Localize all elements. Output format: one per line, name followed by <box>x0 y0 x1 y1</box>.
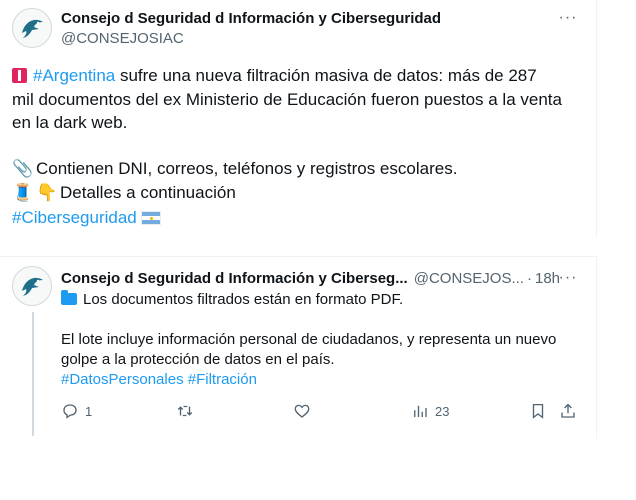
reply-line-3: golpe a la protección de datos en el paí… <box>61 351 335 368</box>
reply-icon <box>63 404 77 419</box>
reply-hashtags[interactable]: #DatosPersonales #Filtración <box>61 370 581 390</box>
tweet-line-2: mil documentos del ex Ministerio de Educ… <box>12 89 562 109</box>
more-options-icon[interactable]: ··· <box>558 8 578 28</box>
separator-dot: · <box>526 270 532 287</box>
views-button[interactable]: 23 <box>411 402 449 420</box>
bookmark-icon <box>532 403 544 419</box>
argentina-flag-icon <box>140 210 161 225</box>
tweet-line-1: #Argentina sufre una nueva filtración ma… <box>12 64 582 88</box>
heart-icon <box>294 404 310 418</box>
reply-button[interactable]: 1 <box>61 402 92 420</box>
folder-emoji-icon <box>61 290 77 305</box>
eagle-logo-icon <box>22 19 43 38</box>
paperclip-emoji-icon: 📎 <box>12 158 34 179</box>
share-button[interactable] <box>559 402 577 420</box>
thread-line <box>32 312 34 436</box>
author-handle[interactable]: @CONSEJOS... <box>414 270 524 287</box>
bookmark-button[interactable] <box>529 402 547 420</box>
thread-emoji-icon: 🧵 <box>12 183 34 203</box>
like-button[interactable] <box>293 402 311 420</box>
author-handle[interactable]: @CONSEJOSIAC <box>61 30 184 47</box>
siren-emoji-icon <box>12 68 27 83</box>
retweet-button[interactable] <box>176 402 194 420</box>
hashtag-ciberseguridad[interactable]: #Ciberseguridad <box>12 208 137 227</box>
reply-line-2: El lote incluye información personal de … <box>61 331 557 348</box>
reply-header: Consejo d Seguridad d Información y Cibe… <box>61 270 560 287</box>
tweet-line-4: 📎 Contienen DNI, correos, teléfonos y reg… <box>12 157 582 182</box>
tweet-line-3: en la dark web. <box>12 113 128 132</box>
avatar[interactable] <box>12 266 52 306</box>
author-name[interactable]: Consejo d Seguridad d Información y Cibe… <box>61 10 441 27</box>
avatar[interactable] <box>12 8 52 48</box>
reply-count: 1 <box>85 403 93 419</box>
share-icon <box>561 403 575 418</box>
more-options-icon[interactable]: ··· <box>558 268 578 288</box>
reply-text: Los documentos filtrados están en format… <box>61 290 581 390</box>
pointing-down-emoji-icon: 👇 <box>36 183 58 203</box>
reply-line-1: Los documentos filtrados están en format… <box>61 290 581 310</box>
tweet-line-6: #Ciberseguridad <box>12 206 582 230</box>
tweet-line-5: 🧵 👇 Detalles a continuación <box>12 181 582 206</box>
hashtag-argentina[interactable]: #Argentina <box>33 66 115 85</box>
action-bar: 1 23 <box>61 402 581 424</box>
eagle-logo-icon <box>22 277 43 296</box>
retweet-icon <box>177 405 193 417</box>
tweet-text: #Argentina sufre una nueva filtración ma… <box>12 64 582 229</box>
views-chart-icon <box>414 405 427 417</box>
timestamp[interactable]: 18h <box>535 270 560 287</box>
author-name[interactable]: Consejo d Seguridad d Información y Cibe… <box>61 270 408 287</box>
view-count: 23 <box>435 403 450 419</box>
